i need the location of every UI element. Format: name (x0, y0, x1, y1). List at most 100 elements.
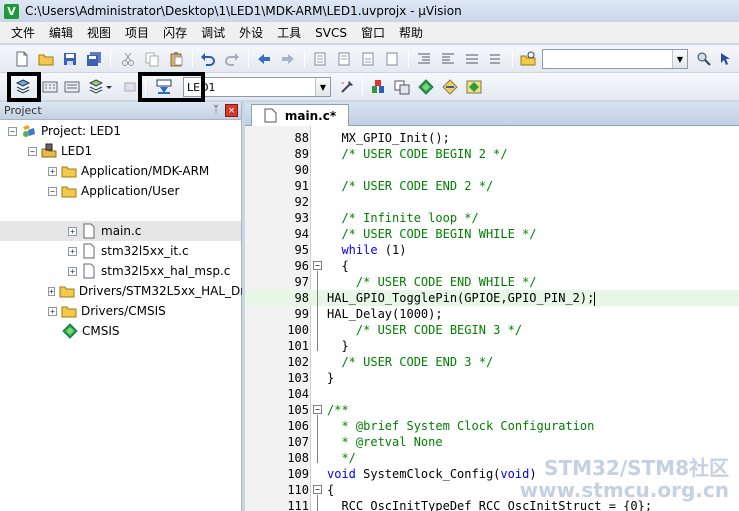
copy-icon[interactable] (142, 49, 162, 69)
code-line[interactable]: 93 /* Infinite loop */ (245, 210, 739, 226)
find-combo[interactable]: ▼ (542, 49, 688, 69)
expand-icon[interactable]: + (68, 246, 77, 256)
stop-build-icon[interactable] (120, 77, 140, 97)
code-line[interactable]: 106 * @brief System Clock Configuration (245, 418, 739, 434)
menu-project[interactable]: 项目 (118, 23, 156, 43)
save-icon[interactable] (60, 49, 80, 69)
paste-icon[interactable] (166, 49, 186, 69)
find-icon[interactable] (694, 49, 714, 69)
unindent-icon[interactable] (438, 49, 458, 69)
fold-toggle-icon[interactable]: − (313, 261, 322, 270)
code-text: HAL_GPIO_TogglePin(GPIOE,GPIO_PIN_2); (327, 290, 596, 306)
next-bookmark-icon[interactable] (358, 49, 378, 69)
expand-icon[interactable]: + (68, 266, 77, 276)
tree-node-component[interactable]: CMSIS (62, 321, 120, 341)
code-line[interactable]: 94 /* USER CODE BEGIN WHILE */ (245, 226, 739, 242)
code-line[interactable]: 90 (245, 162, 739, 178)
expand-icon[interactable]: + (68, 226, 77, 236)
code-line[interactable]: 104 (245, 386, 739, 402)
collapse-icon[interactable]: − (48, 186, 57, 196)
cut-icon[interactable] (118, 49, 138, 69)
code-line[interactable]: 101 } (245, 338, 739, 354)
tree-label: stm32l5xx_it.c (101, 244, 189, 258)
menu-tools[interactable]: 工具 (270, 23, 308, 43)
select-packs-icon[interactable] (416, 77, 436, 97)
code-line[interactable]: 100 /* USER CODE BEGIN 3 */ (245, 322, 739, 338)
tree-node-file[interactable]: + stm32l5xx_it.c (68, 241, 189, 261)
code-line[interactable]: 103} (245, 370, 739, 386)
tree-node-target[interactable]: − LED1 (28, 141, 92, 161)
navigate-back-icon[interactable] (254, 49, 274, 69)
tree-node-group[interactable]: + Drivers/STM32L5xx_HAL_Driver (48, 281, 242, 301)
pin-icon[interactable]: ᛘ (213, 104, 219, 115)
chevron-down-icon[interactable]: ▼ (672, 50, 687, 68)
code-line[interactable]: 96− { (245, 258, 739, 274)
manage-rte-icon[interactable] (440, 77, 460, 97)
collapse-icon[interactable]: − (28, 146, 37, 156)
code-line[interactable]: 99 HAL_Delay(1000); (245, 306, 739, 322)
code-text: /* USER CODE BEGIN 3 */ (327, 322, 522, 338)
menu-help[interactable]: 帮助 (392, 23, 430, 43)
menu-window[interactable]: 窗口 (354, 23, 392, 43)
collapse-icon[interactable]: − (8, 126, 17, 136)
tree-node-file[interactable]: + stm32l5xx_hal_msp.c (68, 261, 230, 281)
build-toolbar: LED1 ▼ (0, 72, 739, 102)
expand-icon[interactable]: + (48, 286, 55, 296)
batch-build-icon[interactable] (86, 77, 106, 97)
chevron-down-icon[interactable] (104, 77, 114, 97)
tree-node-group[interactable]: − Application/User (48, 181, 179, 201)
save-all-icon[interactable] (84, 49, 104, 69)
menu-edit[interactable]: 编辑 (42, 23, 80, 43)
target-select[interactable]: LED1 ▼ (183, 77, 331, 97)
find-in-files-icon[interactable] (518, 49, 538, 69)
open-folder-icon[interactable] (36, 49, 56, 69)
new-file-icon[interactable] (12, 49, 32, 69)
file-extensions-icon[interactable] (392, 77, 412, 97)
uncomment-icon[interactable] (486, 49, 506, 69)
menu-svcs[interactable]: SVCS (308, 23, 354, 43)
menu-view[interactable]: 视图 (80, 23, 118, 43)
pack-installer-icon[interactable] (464, 77, 484, 97)
incremental-find-icon[interactable] (716, 49, 736, 69)
tree-node-file[interactable]: + main.c (68, 221, 141, 241)
clear-bookmarks-icon[interactable] (382, 49, 402, 69)
indent-icon[interactable] (414, 49, 434, 69)
code-line[interactable]: 95 while (1) (245, 242, 739, 258)
prev-bookmark-icon[interactable] (334, 49, 354, 69)
code-line[interactable]: 102 /* USER CODE END 3 */ (245, 354, 739, 370)
bookmark-icon[interactable] (310, 49, 330, 69)
expand-icon[interactable]: + (48, 166, 57, 176)
code-line[interactable]: 92 (245, 194, 739, 210)
rebuild-icon[interactable] (62, 77, 82, 97)
close-icon[interactable]: × (225, 104, 238, 117)
code-line[interactable]: 91 /* USER CODE END 2 */ (245, 178, 739, 194)
code-line[interactable]: 105−/** (245, 402, 739, 418)
toolbar-separator (304, 50, 305, 68)
fold-toggle-icon[interactable]: − (313, 485, 322, 494)
target-options-icon[interactable] (337, 77, 357, 97)
code-line[interactable]: 107 * @retval None (245, 434, 739, 450)
code-text: void SystemClock_Config(void) (327, 466, 537, 482)
redo-icon[interactable] (222, 49, 242, 69)
tree-node-group[interactable]: + Drivers/CMSIS (48, 301, 166, 321)
undo-icon[interactable] (198, 49, 218, 69)
tree-node-project[interactable]: − Project: LED1 (8, 121, 121, 141)
menu-file[interactable]: 文件 (4, 23, 42, 43)
code-line[interactable]: 97 /* USER CODE END WHILE */ (245, 274, 739, 290)
file-icon (81, 243, 97, 259)
navigate-forward-icon[interactable] (278, 49, 298, 69)
comment-icon[interactable] (462, 49, 482, 69)
code-line[interactable]: 89 /* USER CODE BEGIN 2 */ (245, 146, 739, 162)
code-line[interactable]: 98 HAL_GPIO_TogglePin(GPIOE,GPIO_PIN_2); (245, 290, 739, 306)
menu-peripherals[interactable]: 外设 (232, 23, 270, 43)
code-line[interactable]: 88 MX_GPIO_Init(); (245, 130, 739, 146)
build-icon[interactable] (40, 77, 60, 97)
fold-toggle-icon[interactable]: − (313, 405, 322, 414)
tree-node-group[interactable]: + Application/MDK-ARM (48, 161, 209, 181)
menu-debug[interactable]: 调试 (194, 23, 232, 43)
manage-project-items-icon[interactable] (368, 77, 388, 97)
menu-flash[interactable]: 闪存 (156, 23, 194, 43)
chevron-down-icon[interactable]: ▼ (315, 78, 330, 96)
tab-main-c[interactable]: main.c* (251, 104, 349, 126)
expand-icon[interactable]: + (48, 306, 57, 316)
